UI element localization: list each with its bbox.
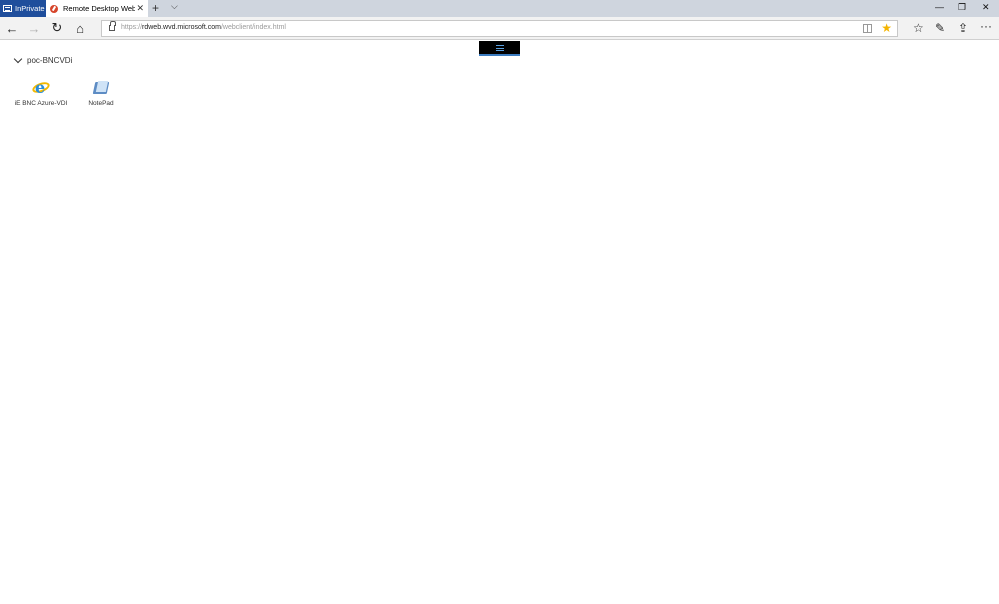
url-text[interactable]: https://rdweb.wvd.microsoft.com/webclien… [121,24,286,31]
inprivate-label: InPrivate [15,4,45,13]
inprivate-badge[interactable]: InPrivate [0,0,46,17]
app-label: iE BNC Azure-VDI [14,100,68,107]
more-menu-icon[interactable]: ··· [980,19,992,33]
web-notes-icon[interactable]: ✎ [935,21,945,35]
tab-close-icon[interactable]: ✕ [136,3,144,14]
back-button[interactable]: ← [5,21,19,36]
title-bar: InPrivate Remote Desktop Web C ✕ + ⌵ — ❐… [0,0,999,17]
inprivate-icon [3,5,12,12]
restore-button[interactable]: ❐ [958,2,966,13]
app-label: NotePad [88,100,114,107]
internet-explorer-icon[interactable]: e [31,78,51,97]
chevron-down-icon[interactable] [13,54,23,64]
url-path: /webclient/index.html [220,24,286,31]
tab-remote-desktop[interactable]: Remote Desktop Web C ✕ [46,0,148,17]
lock-icon [109,21,116,31]
home-button[interactable]: ⌂ [73,21,87,36]
tab-list-chevron-icon[interactable]: ⌵ [171,1,178,12]
address-bar[interactable]: https://rdweb.wvd.microsoft.com/webclien… [101,20,898,37]
remote-desktop-favicon-icon [50,4,58,13]
workspace-group-name: poc-BNCVDi [27,56,73,65]
hamburger-icon [495,44,504,51]
workspace-group-header[interactable]: poc-BNCVDi [13,54,73,65]
ie-letter-shape: e [35,78,46,97]
minimize-button[interactable]: — [935,2,944,12]
app-tile-ie[interactable]: e iE BNC Azure-VDI [9,78,73,108]
close-window-button[interactable]: ✕ [982,2,990,13]
forward-button[interactable]: → [27,21,41,36]
url-host: rdweb.wvd.microsoft.com [142,24,221,31]
favorites-hub-icon[interactable]: ☆ [913,21,924,35]
share-icon[interactable]: ⇪ [958,21,968,35]
app-tile-notepad[interactable]: NotePad [69,79,133,107]
notepad-icon[interactable] [92,79,110,97]
favorite-star-icon[interactable]: ★ [881,21,892,35]
url-prefix: https:// [121,24,143,31]
navigation-bar: ← → ↻ ⌂ https://rdweb.wvd.microsoft.com/… [0,17,999,40]
hamburger-menu-button[interactable] [479,41,520,56]
tab-title: Remote Desktop Web C [63,4,135,13]
refresh-button[interactable]: ↻ [50,20,64,35]
new-tab-button[interactable]: + [152,1,159,15]
reading-view-icon[interactable] [863,24,872,33]
